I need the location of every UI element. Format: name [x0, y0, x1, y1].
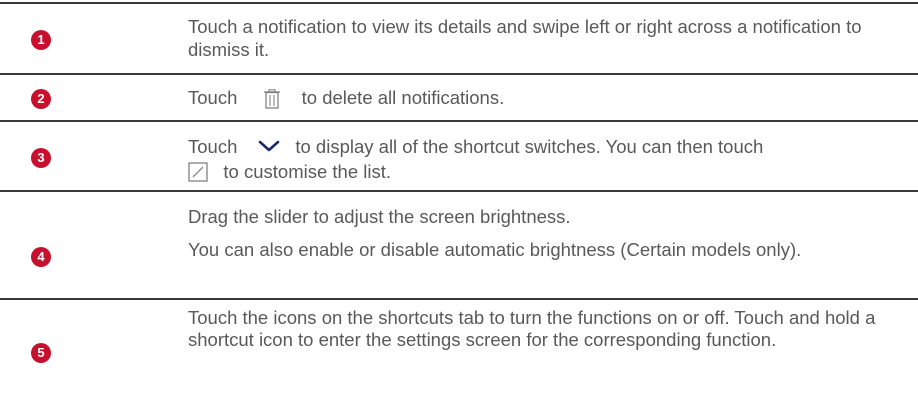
description-text: Touch a notification to view its details… — [188, 16, 862, 60]
row-description: Drag the slider to adjust the screen bri… — [188, 205, 900, 261]
chevron-down-icon — [258, 137, 280, 160]
trash-icon — [263, 88, 281, 111]
description-text: Drag the slider to adjust the screen bri… — [188, 206, 571, 227]
description-text: Touch the icons on the shortcuts tab to … — [188, 307, 876, 350]
row-description: Touch to delete all notifications. — [188, 86, 900, 111]
description-text: You can also enable or disable automatic… — [188, 239, 802, 260]
callout-number-badge: 3 — [31, 148, 51, 168]
edit-icon — [188, 161, 208, 184]
callout-number-badge: 5 — [31, 343, 51, 363]
row-divider — [0, 190, 918, 192]
callout-number-badge: 1 — [31, 30, 51, 50]
callout-number-badge: 4 — [31, 247, 51, 267]
notification-panel-table: 1 Touch a notification to view its detai… — [0, 0, 918, 398]
row-description: Touch the icons on the shortcuts tab to … — [188, 307, 900, 351]
description-text: Touch — [188, 136, 238, 157]
description-text: to customise the list. — [223, 160, 392, 182]
row-divider — [0, 73, 918, 75]
description-text: to delete all notifications. — [301, 87, 505, 108]
row-description: Touch a notification to view its details… — [188, 15, 900, 61]
row-divider — [0, 120, 918, 122]
description-text: to display all of the shortcut switches.… — [295, 136, 764, 157]
row-divider — [0, 298, 918, 300]
row-divider — [0, 2, 918, 4]
callout-number-badge: 2 — [31, 89, 51, 109]
description-text: Touch — [188, 87, 238, 108]
row-description: Touch to display all of the shortcut swi… — [188, 135, 900, 184]
